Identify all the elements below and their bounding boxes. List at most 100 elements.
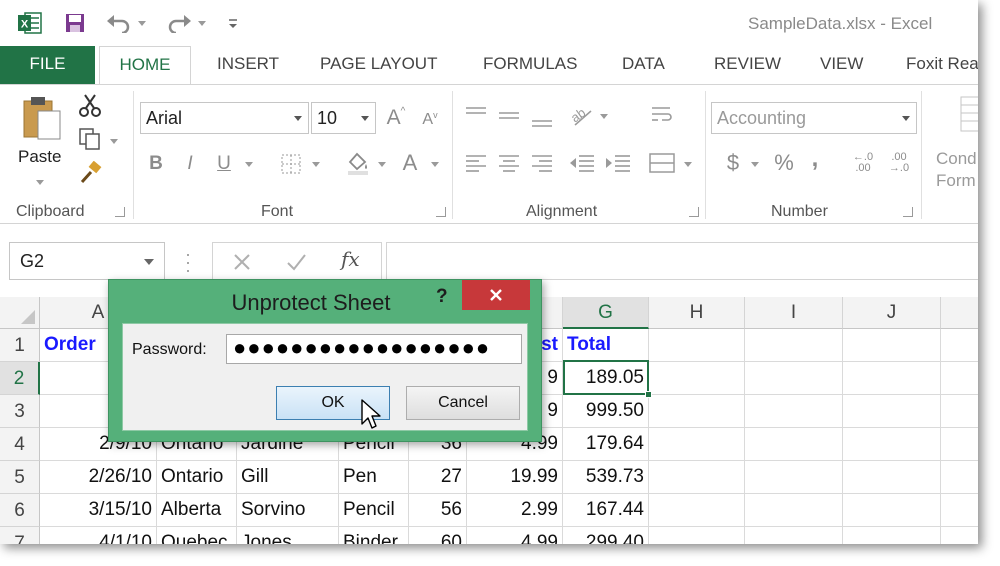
tab-page-layout[interactable]: PAGE LAYOUT — [320, 46, 437, 84]
cell-j6[interactable] — [843, 494, 941, 527]
column-header-j[interactable]: J — [843, 297, 941, 329]
top-align-icon[interactable] — [464, 103, 488, 127]
row-header-5[interactable]: 5 — [0, 461, 40, 494]
decrease-decimal-icon[interactable]: .00 →.0 — [884, 149, 914, 177]
font-name-select[interactable]: Arial — [140, 102, 309, 134]
row-header-2[interactable]: 2 — [0, 362, 40, 395]
cell-c5[interactable]: Gill — [237, 461, 339, 494]
cell-j5[interactable] — [843, 461, 941, 494]
cell-h5[interactable] — [649, 461, 745, 494]
row-header-1[interactable]: 1 — [0, 329, 40, 362]
font-color-dropdown-icon[interactable] — [431, 162, 439, 167]
close-button[interactable] — [462, 280, 530, 310]
cell-h2[interactable] — [649, 362, 745, 395]
cell-j1[interactable] — [843, 329, 941, 362]
wrap-text-icon[interactable] — [648, 101, 676, 129]
cell-j2[interactable] — [843, 362, 941, 395]
row-header-7[interactable]: 7 — [0, 527, 40, 544]
font-color-icon[interactable]: A — [398, 149, 422, 177]
bottom-align-icon[interactable] — [530, 107, 554, 131]
borders-icon[interactable] — [278, 151, 304, 177]
cell-a7[interactable]: 4/1/10 — [40, 527, 157, 544]
cell-i2[interactable] — [745, 362, 843, 395]
column-header-h[interactable]: H — [649, 297, 745, 329]
cell-c7[interactable]: Jones — [237, 527, 339, 544]
cell-f7[interactable]: 4.99 — [467, 527, 563, 544]
insert-function-button[interactable]: fx — [341, 247, 360, 271]
conditional-formatting-icon[interactable] — [958, 95, 978, 135]
orientation-dropdown-icon[interactable] — [600, 114, 608, 119]
cell-b6[interactable]: Alberta — [157, 494, 237, 527]
fill-color-icon[interactable] — [344, 149, 372, 177]
select-all-button[interactable] — [0, 297, 40, 329]
decrease-indent-icon[interactable] — [568, 151, 596, 175]
number-format-select[interactable]: Accounting — [711, 102, 917, 134]
paste-dropdown-icon[interactable] — [36, 180, 44, 185]
clipboard-launcher-icon[interactable] — [115, 207, 125, 217]
cell-g4[interactable]: 179.64 — [563, 428, 649, 461]
cell-b7[interactable]: Quebec — [157, 527, 237, 544]
enter-formula-icon[interactable] — [285, 251, 307, 273]
cell-i1[interactable] — [745, 329, 843, 362]
cell-g6[interactable]: 167.44 — [563, 494, 649, 527]
copy-icon[interactable] — [76, 125, 104, 153]
cell-g3[interactable]: 999.50 — [563, 395, 649, 428]
cell-k7[interactable] — [941, 527, 978, 544]
tab-data[interactable]: DATA — [622, 46, 665, 84]
cell-g2[interactable]: 189.05 — [563, 362, 649, 395]
redo-dropdown-icon[interactable] — [196, 10, 208, 36]
row-header-4[interactable]: 4 — [0, 428, 40, 461]
cell-c6[interactable]: Sorvino — [237, 494, 339, 527]
formula-input[interactable] — [386, 242, 978, 280]
fill-handle[interactable] — [645, 391, 652, 398]
number-launcher-icon[interactable] — [903, 207, 913, 217]
align-center-icon[interactable] — [497, 151, 521, 175]
undo-dropdown-icon[interactable] — [136, 10, 148, 36]
cut-icon[interactable] — [76, 91, 104, 119]
cell-f6[interactable]: 2.99 — [467, 494, 563, 527]
cell-d6[interactable]: Pencil — [339, 494, 409, 527]
tab-view[interactable]: VIEW — [820, 46, 863, 84]
name-box[interactable]: G2 — [9, 242, 165, 280]
column-header-i[interactable]: I — [745, 297, 843, 329]
currency-format-button[interactable]: $ — [722, 149, 744, 177]
copy-dropdown-icon[interactable] — [110, 139, 118, 144]
password-input[interactable]: ●●●●●●●●●●●●●●●●●● — [226, 334, 522, 364]
excel-logo-icon[interactable]: X — [16, 10, 44, 36]
customize-qat-icon[interactable] — [224, 10, 242, 36]
paste-icon[interactable] — [16, 93, 66, 143]
merge-dropdown-icon[interactable] — [684, 162, 692, 167]
cell-k3[interactable] — [941, 395, 978, 428]
more-options-icon[interactable]: · · · — [184, 245, 192, 279]
cell-k4[interactable] — [941, 428, 978, 461]
comma-style-button[interactable]: , — [806, 145, 824, 173]
cell-e7[interactable]: 60 — [409, 527, 467, 544]
cancel-button[interactable]: Cancel — [406, 386, 520, 420]
font-launcher-icon[interactable] — [436, 207, 446, 217]
underline-button[interactable]: U — [212, 151, 236, 177]
cell-g7[interactable]: 299.40 — [563, 527, 649, 544]
tab-formulas[interactable]: FORMULAS — [483, 46, 577, 84]
cell-e6[interactable]: 56 — [409, 494, 467, 527]
cell-a6[interactable]: 3/15/10 — [40, 494, 157, 527]
increase-indent-icon[interactable] — [604, 151, 632, 175]
cell-i6[interactable] — [745, 494, 843, 527]
cell-d5[interactable]: Pen — [339, 461, 409, 494]
cell-e5[interactable]: 27 — [409, 461, 467, 494]
paste-label[interactable]: Paste — [18, 147, 61, 167]
format-painter-icon[interactable] — [76, 159, 104, 187]
redo-icon[interactable] — [164, 10, 194, 36]
tab-file[interactable]: FILE — [0, 46, 95, 84]
cell-h6[interactable] — [649, 494, 745, 527]
cell-a5[interactable]: 2/26/10 — [40, 461, 157, 494]
increase-font-size-icon[interactable]: A ^ — [384, 105, 408, 131]
save-icon[interactable] — [62, 10, 88, 36]
cell-h1[interactable] — [649, 329, 745, 362]
tab-review[interactable]: REVIEW — [714, 46, 781, 84]
align-left-icon[interactable] — [464, 151, 488, 175]
tab-insert[interactable]: INSERT — [217, 46, 279, 84]
cell-i5[interactable] — [745, 461, 843, 494]
percent-style-button[interactable]: % — [772, 149, 796, 177]
cell-k1[interactable] — [941, 329, 978, 362]
cell-i7[interactable] — [745, 527, 843, 544]
